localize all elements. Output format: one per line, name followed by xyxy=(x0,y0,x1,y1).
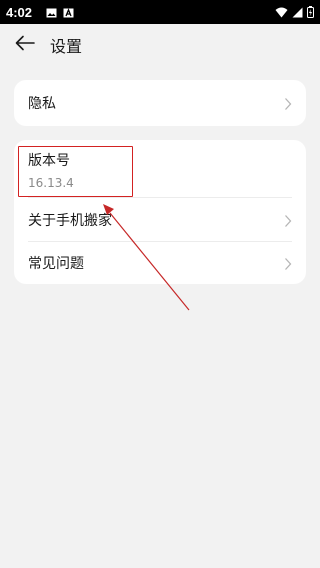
about-label: 关于手机搬家 xyxy=(28,212,112,229)
image-icon xyxy=(46,3,57,22)
signal-icon xyxy=(292,3,303,22)
status-notification-icons xyxy=(46,3,74,22)
status-time: 4:02 xyxy=(6,4,33,20)
annotation-highlight-box xyxy=(18,146,133,197)
back-button[interactable] xyxy=(10,30,40,60)
chevron-right-icon xyxy=(284,96,292,110)
about-row[interactable]: 关于手机搬家 xyxy=(14,198,306,241)
status-system-icons xyxy=(275,3,314,22)
status-bar: 4:02 xyxy=(0,0,320,24)
faq-row[interactable]: 常见问题 xyxy=(14,242,306,284)
app-header: 设置 xyxy=(0,24,320,66)
back-arrow-icon xyxy=(15,35,35,55)
battery-icon xyxy=(307,3,314,22)
privacy-label: 隐私 xyxy=(28,96,56,112)
chevron-right-icon xyxy=(284,256,292,270)
privacy-card: 隐私 xyxy=(14,80,306,126)
settings-page: 4:02 设置 隐私 版本号 16.13.4 关于手机搬家 常见问题 xyxy=(0,0,320,568)
wifi-icon xyxy=(275,3,288,22)
chevron-right-icon xyxy=(284,213,292,227)
faq-label: 常见问题 xyxy=(28,256,84,272)
a-icon xyxy=(63,3,74,22)
page-title: 设置 xyxy=(50,37,83,56)
privacy-row[interactable]: 隐私 xyxy=(14,80,306,126)
